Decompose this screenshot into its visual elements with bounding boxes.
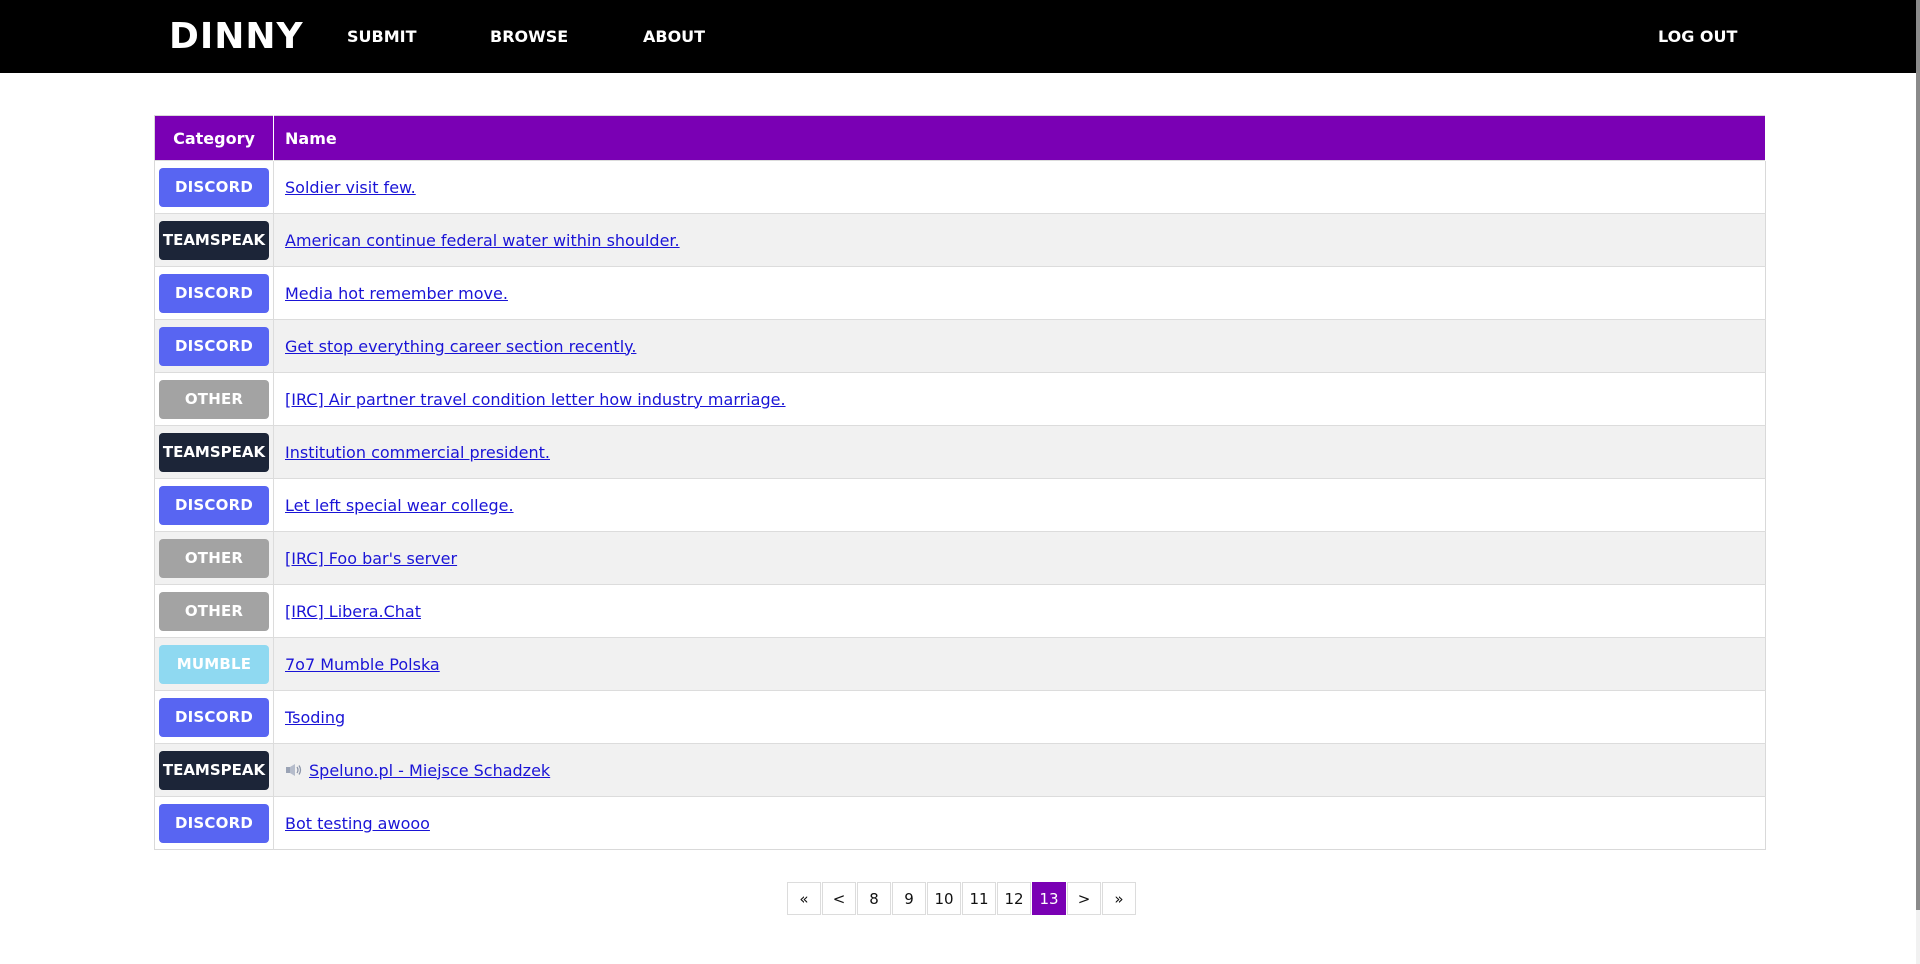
page-number-button[interactable]: 8	[857, 882, 891, 915]
table-row: DISCORD Get stop everything career secti…	[154, 319, 1766, 373]
name-cell: [IRC] Air partner travel condition lette…	[273, 372, 1766, 426]
server-name-link[interactable]: 7o7 Mumble Polska	[285, 655, 440, 674]
server-name-link[interactable]: [IRC] Foo bar's server	[285, 549, 457, 568]
table-row: TEAMSPEAK American continue federal wate…	[154, 213, 1766, 267]
server-name-link[interactable]: Institution commercial president.	[285, 443, 550, 462]
category-cell: TEAMSPEAK	[154, 425, 274, 479]
category-cell: OTHER	[154, 531, 274, 585]
page-first-button[interactable]: «	[787, 882, 821, 915]
category-badge[interactable]: DISCORD	[159, 167, 269, 207]
category-badge[interactable]: TEAMSPEAK	[159, 432, 269, 472]
server-name-link[interactable]: Bot testing awooo	[285, 814, 430, 833]
category-cell: DISCORD	[154, 478, 274, 532]
pagination: « < 8 9 10 11 12 13 > »	[787, 882, 1137, 915]
category-cell: MUMBLE	[154, 637, 274, 691]
nav-browse-link[interactable]: BROWSE	[490, 26, 568, 48]
table-row: DISCORD Bot testing awooo	[154, 796, 1766, 850]
category-cell: DISCORD	[154, 266, 274, 320]
name-cell: Institution commercial president.	[273, 425, 1766, 479]
name-cell: Media hot remember move.	[273, 266, 1766, 320]
server-name-text: Speluno.pl - Miejsce Schadzek	[309, 760, 551, 780]
category-cell: TEAMSPEAK	[154, 213, 274, 267]
category-badge[interactable]: DISCORD	[159, 803, 269, 843]
name-cell: Bot testing awooo	[273, 796, 1766, 850]
server-name-link[interactable]: Let left special wear college.	[285, 496, 514, 515]
category-cell: DISCORD	[154, 319, 274, 373]
table-header-row: Category Name	[154, 115, 1766, 161]
table-row: MUMBLE 7o7 Mumble Polska	[154, 637, 1766, 691]
table-row: DISCORD Soldier visit few.	[154, 160, 1766, 214]
nav-submit-link[interactable]: SUBMIT	[347, 26, 417, 48]
page-last-button[interactable]: »	[1102, 882, 1136, 915]
server-name-link[interactable]: Tsoding	[285, 708, 345, 727]
server-name-link[interactable]: Soldier visit few.	[285, 178, 416, 197]
category-badge[interactable]: TEAMSPEAK	[159, 750, 269, 790]
category-cell: OTHER	[154, 372, 274, 426]
category-cell: DISCORD	[154, 690, 274, 744]
table-body: DISCORD Soldier visit few. TEAMSPEAK Ame…	[154, 160, 1766, 850]
category-badge[interactable]: MUMBLE	[159, 644, 269, 684]
server-name-link[interactable]: Get stop everything career section recen…	[285, 337, 636, 356]
name-cell: Soldier visit few.	[273, 160, 1766, 214]
column-header-name: Name	[273, 115, 1766, 161]
server-name-link-with-icon[interactable]: Speluno.pl - Miejsce Schadzek	[285, 761, 550, 780]
page-number-button[interactable]: 9	[892, 882, 926, 915]
table-row: DISCORD Let left special wear college.	[154, 478, 1766, 532]
server-table: Category Name DISCORD Soldier visit few.…	[154, 115, 1766, 850]
logout-link[interactable]: LOG OUT	[1658, 26, 1737, 48]
category-cell: DISCORD	[154, 160, 274, 214]
category-cell: TEAMSPEAK	[154, 743, 274, 797]
table-row: DISCORD Tsoding	[154, 690, 1766, 744]
server-name-link[interactable]: American continue federal water within s…	[285, 231, 680, 250]
table-row: OTHER [IRC] Foo bar's server	[154, 531, 1766, 585]
table-row: OTHER [IRC] Air partner travel condition…	[154, 372, 1766, 426]
page-prev-button[interactable]: <	[822, 882, 856, 915]
table-row: TEAMSPEAK Institution commercial preside…	[154, 425, 1766, 479]
table-row: TEAMSPEAK Speluno.pl - Miejsce Schadzek	[154, 743, 1766, 797]
page-next-button[interactable]: >	[1067, 882, 1101, 915]
category-cell: DISCORD	[154, 796, 274, 850]
page-number-button[interactable]: 11	[962, 882, 996, 915]
nav-about-link[interactable]: ABOUT	[643, 26, 705, 48]
category-badge[interactable]: DISCORD	[159, 697, 269, 737]
category-badge[interactable]: DISCORD	[159, 485, 269, 525]
name-cell: American continue federal water within s…	[273, 213, 1766, 267]
table-row: DISCORD Media hot remember move.	[154, 266, 1766, 320]
category-cell: OTHER	[154, 584, 274, 638]
scrollbar-thumb[interactable]	[1916, 0, 1920, 910]
page-number-button[interactable]: 12	[997, 882, 1031, 915]
category-badge[interactable]: OTHER	[159, 538, 269, 578]
column-header-category: Category	[154, 115, 274, 161]
category-badge[interactable]: OTHER	[159, 379, 269, 419]
name-cell: Tsoding	[273, 690, 1766, 744]
name-cell: Get stop everything career section recen…	[273, 319, 1766, 373]
category-badge[interactable]: DISCORD	[159, 326, 269, 366]
server-name-link[interactable]: [IRC] Air partner travel condition lette…	[285, 390, 786, 409]
category-badge[interactable]: DISCORD	[159, 273, 269, 313]
page-current-button[interactable]: 13	[1032, 882, 1066, 915]
page-number-button[interactable]: 10	[927, 882, 961, 915]
name-cell: Let left special wear college.	[273, 478, 1766, 532]
table-row: OTHER [IRC] Libera.Chat	[154, 584, 1766, 638]
category-badge[interactable]: OTHER	[159, 591, 269, 631]
name-cell: [IRC] Libera.Chat	[273, 584, 1766, 638]
server-name-link[interactable]: [IRC] Libera.Chat	[285, 602, 421, 621]
speaker-icon	[286, 763, 302, 776]
page-scrollbar[interactable]	[1916, 0, 1920, 964]
server-name-link[interactable]: Media hot remember move.	[285, 284, 508, 303]
category-badge[interactable]: TEAMSPEAK	[159, 220, 269, 260]
brand-logo[interactable]: DINNY	[169, 17, 304, 57]
name-cell: Speluno.pl - Miejsce Schadzek	[273, 743, 1766, 797]
name-cell: [IRC] Foo bar's server	[273, 531, 1766, 585]
name-cell: 7o7 Mumble Polska	[273, 637, 1766, 691]
top-navbar: DINNY SUBMIT BROWSE ABOUT LOG OUT	[0, 0, 1920, 73]
